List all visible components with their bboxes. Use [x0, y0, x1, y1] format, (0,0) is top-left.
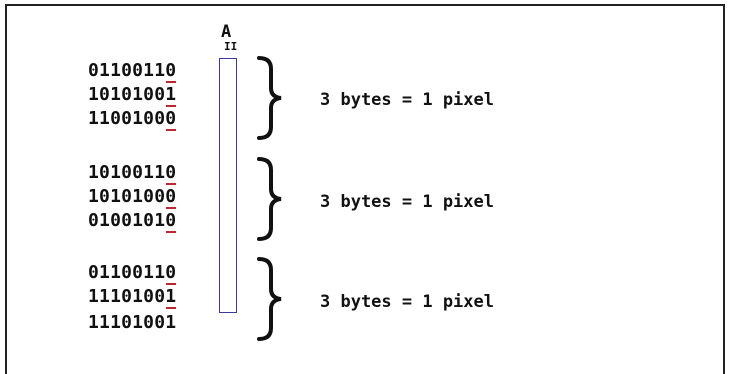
- lsb-bit: 1: [165, 286, 177, 309]
- byte-row: 01100110: [88, 60, 177, 83]
- byte-prefix: 1010100: [88, 84, 166, 105]
- byte-row: 10100110: [88, 162, 177, 185]
- byte-row: 11101001: [88, 286, 177, 309]
- byte-prefix: 0110011: [88, 60, 166, 81]
- byte-prefix: 1010100: [88, 186, 166, 207]
- byte-row: 11101001: [88, 312, 176, 334]
- byte-prefix: 1100100: [88, 108, 166, 129]
- group-brace: [255, 55, 285, 141]
- lsb-bit: 0: [165, 210, 177, 233]
- lsb-bit: 0: [165, 162, 177, 185]
- group-caption: 3 bytes = 1 pixel: [320, 90, 494, 110]
- group-caption: 3 bytes = 1 pixel: [320, 292, 494, 312]
- group-brace: [255, 256, 285, 342]
- byte-prefix: 1010011: [88, 162, 166, 183]
- lsb-bit: 0: [165, 262, 177, 285]
- group-caption: 3 bytes = 1 pixel: [320, 192, 494, 212]
- byte-row: 01100110: [88, 262, 177, 285]
- lsb-column-highlight: [219, 58, 237, 313]
- byte-row: 10101000: [88, 186, 177, 209]
- lsb-bit: 1: [165, 312, 177, 333]
- byte-row: 10101001: [88, 84, 177, 107]
- lsb-bit: 0: [165, 108, 177, 131]
- lsb-bit: 0: [165, 186, 177, 209]
- byte-prefix: 1110100: [88, 286, 166, 307]
- byte-row: 11001000: [88, 108, 177, 131]
- byte-prefix: 1110100: [88, 312, 166, 333]
- group-brace: [255, 156, 285, 242]
- byte-row: 01001010: [88, 210, 177, 233]
- column-marker: II: [224, 40, 238, 53]
- byte-prefix: 0110011: [88, 262, 166, 283]
- lsb-bit: 0: [165, 60, 177, 83]
- byte-prefix: 0100101: [88, 210, 166, 231]
- lsb-bit: 1: [165, 84, 177, 107]
- column-label: A: [221, 22, 232, 42]
